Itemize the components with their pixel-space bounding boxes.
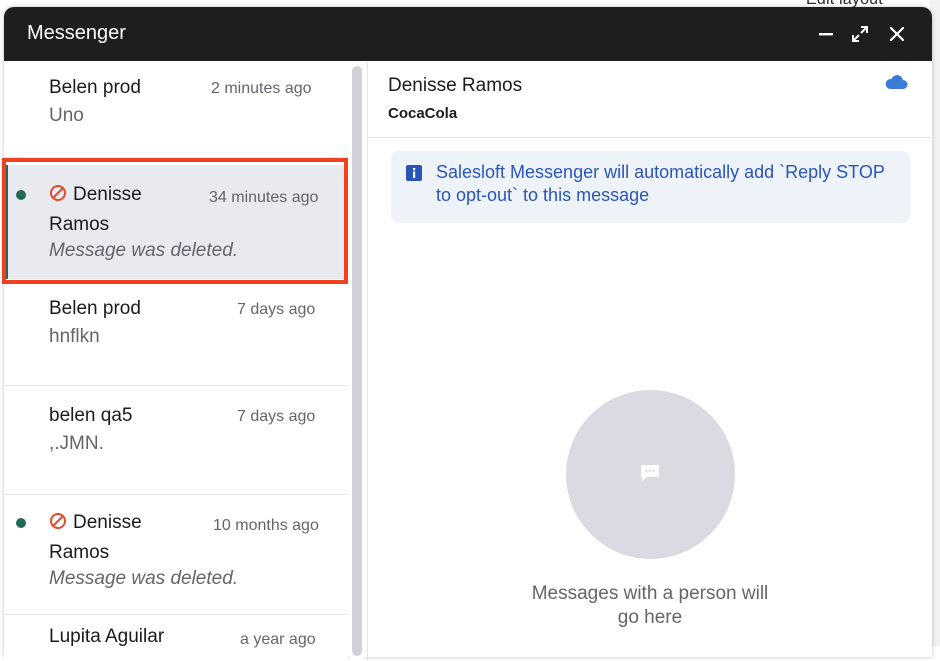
- pane-divider: [367, 61, 368, 661]
- expand-icon: [852, 26, 868, 42]
- ban-icon: [49, 183, 67, 211]
- contact-company: CocaCola: [388, 105, 458, 122]
- window-title: Messenger: [27, 22, 126, 44]
- contact-name: Denisse Ramos: [388, 75, 523, 96]
- minimize-icon: [819, 33, 833, 36]
- conversation-item[interactable]: Denisse Ramos 10 months ago Message was …: [4, 495, 348, 615]
- conversation-item[interactable]: belen qa5 7 days ago ,.JMN.: [4, 386, 348, 495]
- minimize-button[interactable]: [813, 21, 839, 47]
- conversation-item[interactable]: Lupita Aguilar a year ago: [4, 615, 348, 661]
- ban-icon: [49, 511, 67, 539]
- conversation-item[interactable]: Belen prod 2 minutes ago Uno: [4, 61, 348, 158]
- conversation-name: belen qa5: [49, 405, 133, 426]
- empty-state-text: Messages with a person will go here: [531, 583, 769, 628]
- scrollbar-thumb[interactable]: [352, 66, 362, 656]
- list-divider: [4, 157, 348, 158]
- expand-button[interactable]: [847, 21, 873, 47]
- conversation-preview: Message was deleted.: [49, 240, 239, 261]
- header-divider: [368, 137, 936, 138]
- conversation-preview: Message was deleted.: [49, 568, 239, 589]
- conversation-preview: ,.JMN.: [49, 433, 104, 454]
- conversation-item[interactable]: Belen prod 7 days ago hnflkn: [4, 279, 348, 386]
- conversation-name: Denisse Ramos: [49, 511, 142, 563]
- conversation-time: a year ago: [240, 631, 316, 648]
- title-bar: Messenger: [4, 7, 932, 61]
- conversation-time: 7 days ago: [237, 301, 316, 318]
- unread-dot: [16, 190, 26, 200]
- conversation-time: 2 minutes ago: [211, 80, 312, 97]
- notice-text: Salesloft Messenger will automatically a…: [436, 162, 885, 205]
- conversation-name: Belen prod: [49, 77, 141, 98]
- close-icon: [889, 26, 905, 42]
- conversation-preview: Uno: [49, 105, 84, 126]
- close-button[interactable]: [884, 21, 910, 47]
- chat-bubble-icon: [639, 463, 661, 488]
- conversation-time: 34 minutes ago: [209, 189, 319, 206]
- conversation-time: 10 months ago: [213, 517, 319, 534]
- unread-dot: [16, 518, 26, 528]
- opt-out-notice: Salesloft Messenger will automatically a…: [391, 151, 910, 223]
- conversation-item-selected[interactable]: Denisse Ramos 34 minutes ago Message was…: [4, 165, 348, 279]
- conversation-list: Belen prod 2 minutes ago Uno Denisse Ram…: [4, 61, 348, 661]
- conversation-preview: hnflkn: [49, 326, 100, 347]
- conversation-name: Belen prod: [49, 298, 141, 319]
- background-top: [0, 0, 940, 6]
- conversation-name: Lupita Aguilar: [49, 626, 165, 647]
- info-icon: [405, 164, 423, 187]
- conversation-time: 7 days ago: [237, 408, 316, 425]
- cloud-icon[interactable]: [884, 73, 908, 96]
- selected-accent-bar: [4, 165, 8, 279]
- conversation-name: Denisse Ramos: [49, 183, 142, 235]
